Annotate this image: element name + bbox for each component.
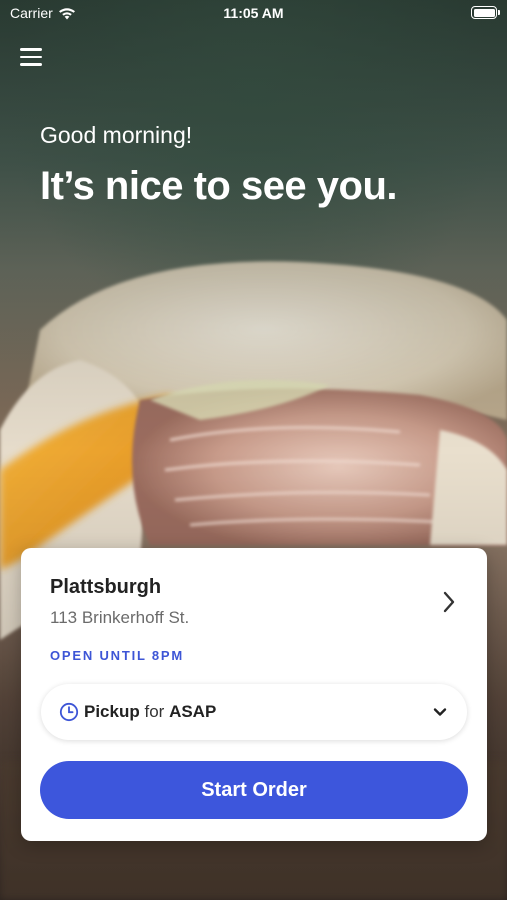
- battery-icon: [471, 6, 500, 19]
- battery-fill: [473, 8, 495, 17]
- menu-line: [20, 55, 42, 58]
- start-order-button[interactable]: Start Order: [40, 761, 468, 819]
- hamburger-menu-icon[interactable]: [20, 48, 42, 68]
- pickup-for: for: [144, 702, 165, 721]
- status-right: [471, 6, 500, 19]
- status-bar: Carrier 11:05 AM: [0, 0, 507, 28]
- location-name: Plattsburgh: [50, 576, 162, 598]
- hours-label: OPEN UNTIL 8PM: [50, 648, 185, 663]
- pickup-time: ASAP: [169, 702, 217, 721]
- location-address: 113 Brinkerhoff St.: [50, 608, 190, 627]
- pickup-mode: Pickup: [84, 702, 140, 721]
- pickup-text: Pickup for ASAP: [84, 702, 433, 722]
- location-selector[interactable]: Plattsburgh 113 Brinkerhoff St.: [50, 576, 463, 636]
- chevron-down-icon: [433, 708, 447, 716]
- headline-text: It’s nice to see you.: [40, 164, 398, 208]
- chevron-right-icon: [443, 591, 455, 613]
- menu-line: [20, 63, 42, 66]
- greeting-text: Good morning!: [40, 122, 193, 148]
- menu-line: [20, 48, 42, 51]
- clock-icon: [59, 702, 79, 722]
- status-time: 11:05 AM: [223, 5, 284, 21]
- home-screen: Carrier 11:05 AM Good morning! It’s nice…: [0, 0, 507, 900]
- pickup-time-selector[interactable]: Pickup for ASAP: [41, 684, 467, 740]
- location-card: Plattsburgh 113 Brinkerhoff St. OPEN UNT…: [21, 548, 487, 841]
